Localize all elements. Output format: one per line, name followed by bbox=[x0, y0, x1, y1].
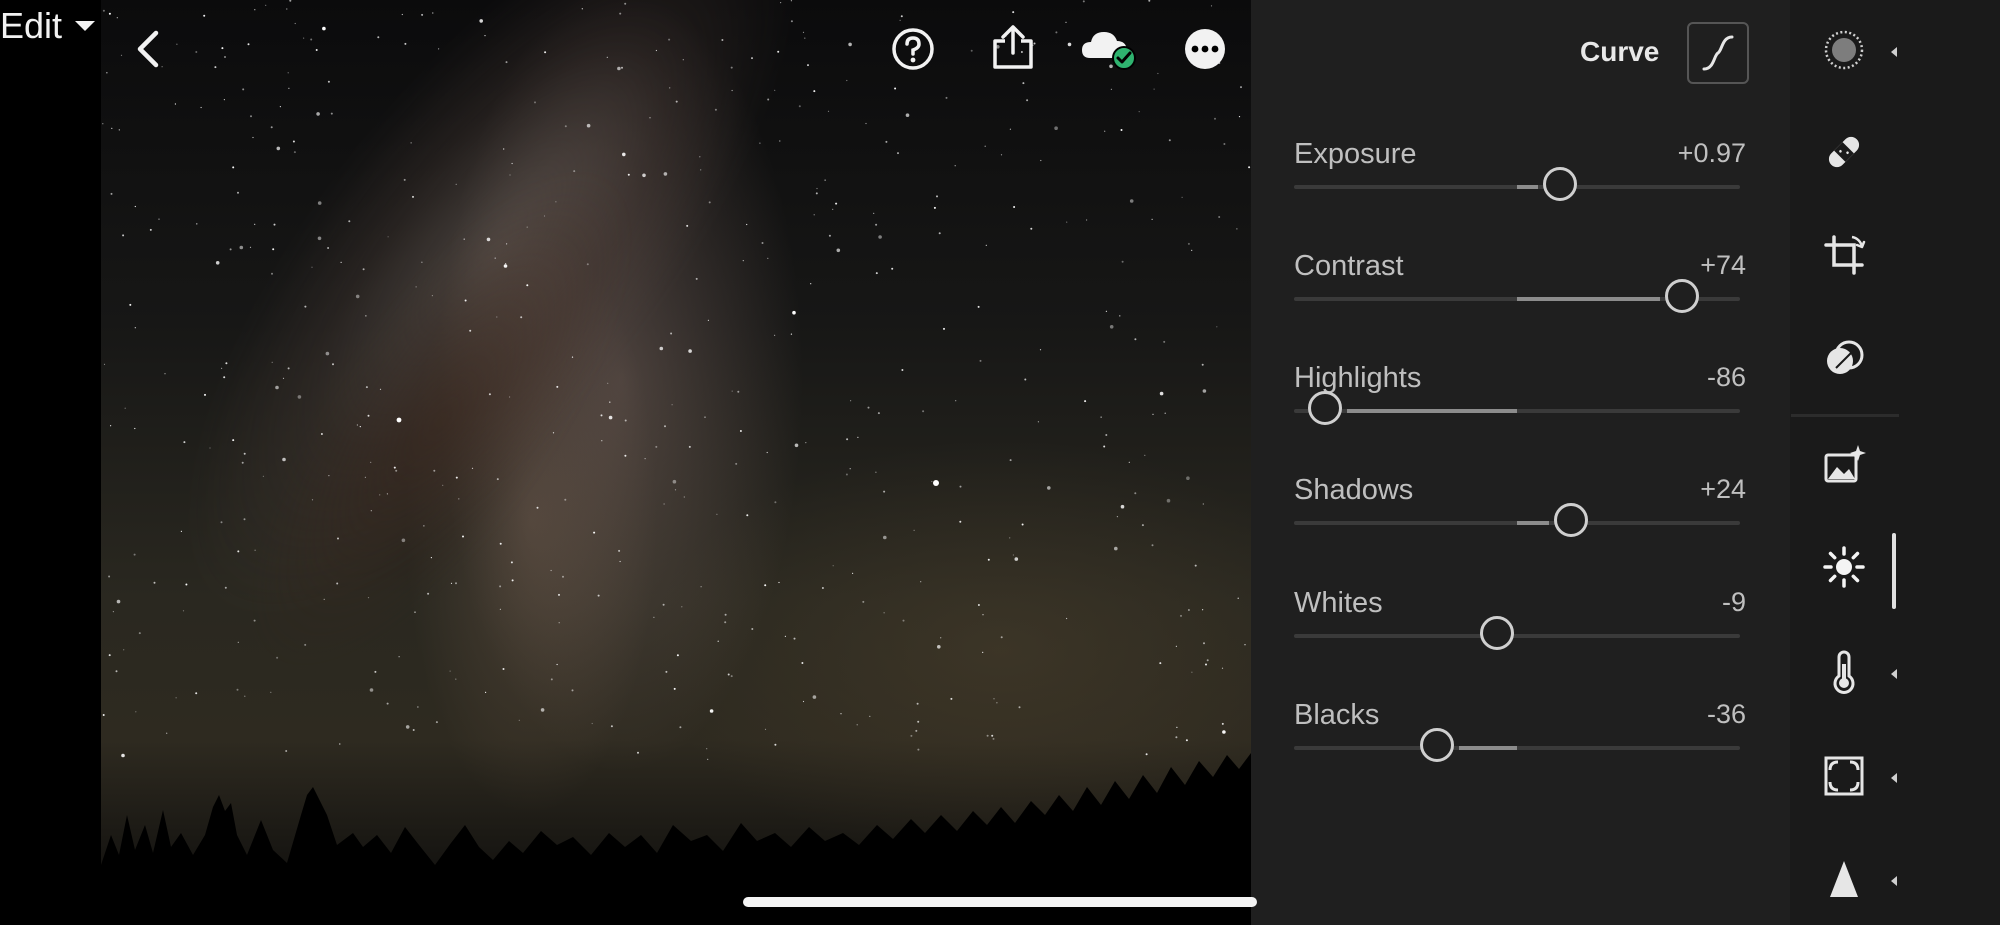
tool-effects-vignette-button[interactable] bbox=[1820, 754, 1868, 802]
shadows-adjustment: Shadows +24 bbox=[1294, 474, 1746, 574]
expand-caret-icon[interactable] bbox=[1891, 773, 1897, 783]
more-icon bbox=[1185, 29, 1225, 69]
expand-caret-icon[interactable] bbox=[1891, 876, 1897, 886]
cloud-sync-button[interactable] bbox=[1080, 26, 1140, 72]
presets-icon bbox=[1822, 28, 1866, 77]
exposure-adjustment: Exposure +0.97 bbox=[1294, 138, 1746, 238]
tool-presets-button[interactable] bbox=[1820, 28, 1868, 76]
whites-slider-thumb[interactable] bbox=[1479, 616, 1514, 650]
color-temperature-icon bbox=[1822, 650, 1866, 699]
auto-enhance-icon bbox=[1822, 443, 1866, 492]
tool-crop-button[interactable] bbox=[1820, 233, 1868, 281]
back-button[interactable] bbox=[130, 24, 166, 74]
active-tool-indicator bbox=[1892, 533, 1896, 609]
effects-vignette-icon bbox=[1822, 754, 1866, 803]
home-indicator[interactable] bbox=[743, 897, 1257, 907]
contrast-slider-fill bbox=[1517, 297, 1661, 301]
exposure-slider-thumb[interactable] bbox=[1543, 167, 1578, 201]
curve-button[interactable] bbox=[1687, 22, 1749, 84]
more-options-button[interactable] bbox=[1182, 26, 1228, 72]
tool-masking-button[interactable] bbox=[1820, 337, 1868, 385]
shadows-label: Shadows bbox=[1294, 474, 1414, 506]
highlights-slider[interactable] bbox=[1294, 391, 1740, 425]
contrast-slider-thumb[interactable] bbox=[1665, 279, 1700, 313]
tree-silhouette bbox=[101, 753, 1251, 925]
light-icon bbox=[1822, 545, 1866, 594]
exposure-slider-fill bbox=[1517, 185, 1539, 189]
exposure-value[interactable]: +0.97 bbox=[1678, 138, 1746, 169]
contrast-label: Contrast bbox=[1294, 250, 1404, 282]
blacks-slider-thumb[interactable] bbox=[1419, 728, 1454, 762]
highlights-slider-thumb[interactable] bbox=[1308, 391, 1343, 425]
blacks-adjustment: Blacks -36 bbox=[1294, 699, 1746, 799]
expand-caret-icon[interactable] bbox=[1891, 47, 1897, 57]
tool-detail-button[interactable] bbox=[1820, 857, 1868, 905]
crop-icon bbox=[1822, 233, 1866, 282]
chevron-down-icon bbox=[75, 21, 96, 31]
blacks-value[interactable]: -36 bbox=[1707, 699, 1746, 730]
healing-bandage-icon bbox=[1822, 130, 1866, 179]
share-button[interactable] bbox=[990, 22, 1036, 72]
help-icon bbox=[892, 28, 934, 70]
back-chevron-icon bbox=[137, 30, 159, 68]
help-button[interactable] bbox=[890, 26, 936, 72]
highlights-adjustment: Highlights -86 bbox=[1294, 362, 1746, 462]
highlights-slider-fill bbox=[1347, 409, 1517, 413]
shadows-value[interactable]: +24 bbox=[1700, 474, 1746, 505]
masking-icon bbox=[1822, 337, 1866, 386]
share-icon bbox=[993, 25, 1033, 69]
tool-light-button[interactable] bbox=[1820, 545, 1868, 593]
exposure-slider[interactable] bbox=[1294, 167, 1740, 201]
whites-label: Whites bbox=[1294, 587, 1383, 619]
curve-label: Curve bbox=[1580, 36, 1660, 67]
whites-slider[interactable] bbox=[1294, 616, 1740, 650]
whites-value[interactable]: -9 bbox=[1722, 587, 1746, 618]
blacks-slider[interactable] bbox=[1294, 728, 1740, 762]
tool-healing-bandage-button[interactable] bbox=[1820, 130, 1868, 178]
tool-divider bbox=[1791, 414, 1899, 417]
shadows-slider[interactable] bbox=[1294, 503, 1740, 537]
cloud-synced-icon bbox=[1082, 32, 1136, 70]
shadows-slider-fill bbox=[1517, 521, 1549, 525]
contrast-slider[interactable] bbox=[1294, 279, 1740, 313]
exposure-label: Exposure bbox=[1294, 138, 1417, 170]
expand-caret-icon[interactable] bbox=[1891, 669, 1897, 679]
blacks-slider-fill bbox=[1458, 746, 1517, 750]
tone-curve-icon bbox=[1702, 35, 1734, 71]
whites-adjustment: Whites -9 bbox=[1294, 587, 1746, 687]
photo-canvas[interactable] bbox=[101, 0, 1251, 925]
highlights-value[interactable]: -86 bbox=[1707, 362, 1746, 393]
shadows-slider-thumb[interactable] bbox=[1553, 503, 1588, 537]
detail-icon bbox=[1822, 857, 1866, 906]
tool-auto-enhance-button[interactable] bbox=[1820, 443, 1868, 491]
contrast-adjustment: Contrast +74 bbox=[1294, 250, 1746, 350]
edit-mode-label: Edit bbox=[0, 5, 63, 46]
highlights-label: Highlights bbox=[1294, 362, 1422, 394]
blacks-label: Blacks bbox=[1294, 699, 1380, 731]
tool-color-temperature-button[interactable] bbox=[1820, 650, 1868, 698]
contrast-value[interactable]: +74 bbox=[1700, 250, 1746, 281]
